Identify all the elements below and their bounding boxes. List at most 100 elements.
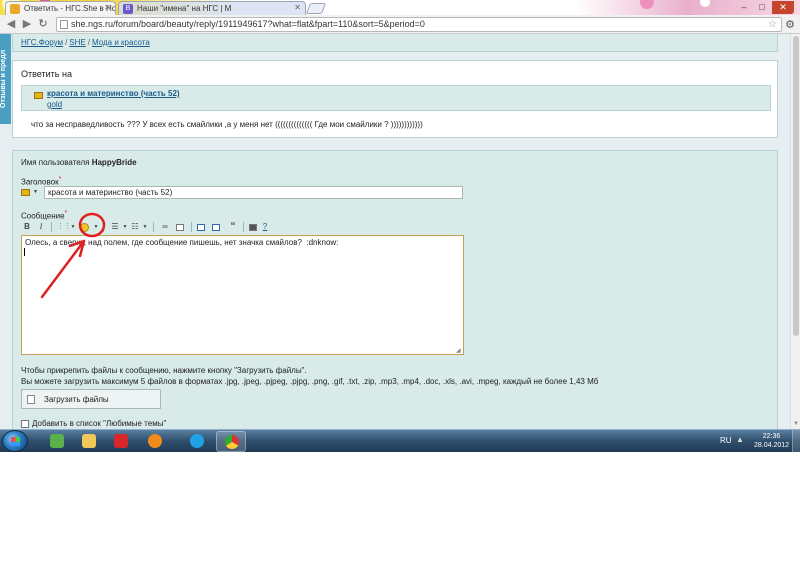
email-icon[interactable] [176,224,184,231]
chevron-down-icon[interactable]: ▼ [90,221,102,233]
scroll-down-icon[interactable]: ▼ [793,421,799,427]
start-button[interactable] [2,430,28,452]
quoted-post-header: красота и материнство (часть 52) gold [21,85,771,111]
topic-book-icon [34,92,43,99]
reply-to-box: Ответить на красота и материнство (часть… [12,60,778,138]
tray-expand-icon[interactable]: ▲ [736,435,744,444]
show-desktop-button[interactable] [792,430,800,452]
username-value: HappyBride [91,158,137,167]
media-center-icon [50,434,64,448]
file-icon [27,395,35,404]
page-icon [60,20,68,29]
toolbar-divider [243,222,244,232]
taskbar-app-1[interactable] [42,431,72,452]
decor-flower [700,0,710,7]
taskbar-app-5[interactable] [182,431,212,452]
close-window-button[interactable]: ✕ [772,1,794,14]
tab-close-icon[interactable]: ✕ [294,3,301,12]
upload-files-button[interactable]: Загрузить файлы [21,389,161,409]
pdf-reader-icon [114,434,128,448]
screen: Ответить - НГС.She в Ново ✕ B Наши "имен… [0,0,800,452]
firefox-icon [148,434,162,448]
reply-form: Имя пользователя HappyBride Заголовок* ▼… [12,150,778,429]
scrollbar-thumb[interactable] [793,36,799,336]
windows-explorer-icon [82,434,96,448]
windows-taskbar: RU ▲ 22:36 28.04.2012 [0,429,800,452]
tab-names[interactable]: B Наши "имена" на НГС | М ✕ [118,1,306,15]
feedback-side-tab[interactable]: Отзывы и предл [0,34,11,124]
link-icon[interactable]: ∞ [159,221,171,233]
clock-date: 28.04.2012 [754,442,790,449]
required-mark: * [58,176,62,183]
help-link[interactable]: ? [259,221,271,233]
message-label: Сообщение* [21,210,67,221]
toolbar-divider [191,222,192,232]
taskbar-app-6[interactable] [216,431,246,452]
resize-grip-icon[interactable]: ◢ [456,347,461,354]
chevron-down-icon[interactable]: ▼ [33,189,38,195]
message-label-text: Сообщение [21,211,65,221]
video-icon[interactable] [249,224,257,231]
reload-icon[interactable]: ↻ [36,17,50,31]
tab-close-icon[interactable]: ✕ [104,3,111,12]
smiley-button[interactable] [78,221,90,233]
chevron-down-icon[interactable]: ▼ [139,221,151,233]
attach-info-line-2: Вы можете загрузить максимум 5 файлов в … [21,377,599,386]
page-viewport: Отзывы и предл НГС.Форум / SHE / Мода и крас… [0,34,800,429]
tab-reply[interactable]: Ответить - НГС.She в Ново ✕ [5,1,116,15]
taskbar-app-2[interactable] [74,431,104,452]
message-textarea[interactable] [21,235,464,355]
text-caret [24,248,25,256]
back-arrow-icon[interactable]: ◀ [4,17,18,31]
skype-icon [190,434,204,448]
tab-title: Наши "имена" на НГС | М [137,4,232,13]
code-icon[interactable] [212,224,220,231]
toolbar-divider [153,222,154,232]
maximize-button[interactable]: □ [754,1,770,14]
favorites-checkbox[interactable] [21,419,29,428]
quoted-topic-link[interactable]: красота и материнство (часть 52) [47,89,180,98]
forward-arrow-icon[interactable]: ▶ [20,17,34,31]
wrench-menu-icon[interactable]: ⚙ [785,18,795,31]
favorites-row[interactable]: Добавить в список "Любимые темы" [21,419,166,428]
taskbar-app-4[interactable] [140,431,170,452]
username-row: Имя пользователя HappyBride [21,158,137,167]
subject-input[interactable] [44,186,463,199]
decor-flower [640,0,654,9]
image-icon[interactable] [197,224,205,231]
clock-time: 22:36 [762,433,781,440]
breadcrumb-link-she[interactable]: SHE [69,38,85,47]
required-mark: * [64,210,68,217]
breadcrumb-link-beauty[interactable]: Мода и красота [92,38,150,47]
quoted-post-text: что за несправедливость ??? У всех есть … [31,120,423,129]
italic-button[interactable]: I [35,221,47,233]
taskbar-app-3[interactable] [106,431,136,452]
upload-files-label: Загрузить файлы [44,395,109,404]
browser-toolbar: ◀ ▶ ↻ she.ngs.ru/forum/board/beauty/repl… [0,15,800,34]
new-tab-button[interactable] [305,3,327,14]
tab-title: Ответить - НГС.She в Ново [24,4,116,13]
language-indicator[interactable]: RU [720,436,732,445]
breadcrumb: НГС.Форум / SHE / Мода и красота [12,34,778,52]
vk-favicon-icon: B [123,4,133,14]
ngs-favicon-icon [10,4,20,14]
reply-header: Ответить на [21,69,72,79]
quote-button[interactable]: “ [227,221,239,233]
windows-logo-icon [11,437,20,446]
topic-icon-picker[interactable] [21,189,30,196]
minimize-button[interactable]: – [736,1,752,14]
favorites-label: Добавить в список "Любимые темы" [32,419,167,428]
bookmark-star-icon[interactable]: ☆ [768,18,777,31]
toolbar-divider [103,222,104,232]
smiley-icon [79,223,89,232]
vertical-scrollbar[interactable]: ▼ [790,34,800,429]
bold-button[interactable]: B [21,221,33,233]
breadcrumb-link-forum[interactable]: НГС.Форум [21,38,63,47]
url-text: she.ngs.ru/forum/board/beauty/reply/1911… [71,19,425,29]
toolbar-divider [51,222,52,232]
clock[interactable]: 22:36 28.04.2012 [754,432,789,450]
quoted-author-link[interactable]: gold [47,100,62,109]
attach-info-line-1: Чтобы прикрепить файлы к сообщению, нажм… [21,366,307,375]
address-bar[interactable]: she.ngs.ru/forum/board/beauty/reply/1911… [56,17,782,32]
chrome-icon [225,435,239,449]
